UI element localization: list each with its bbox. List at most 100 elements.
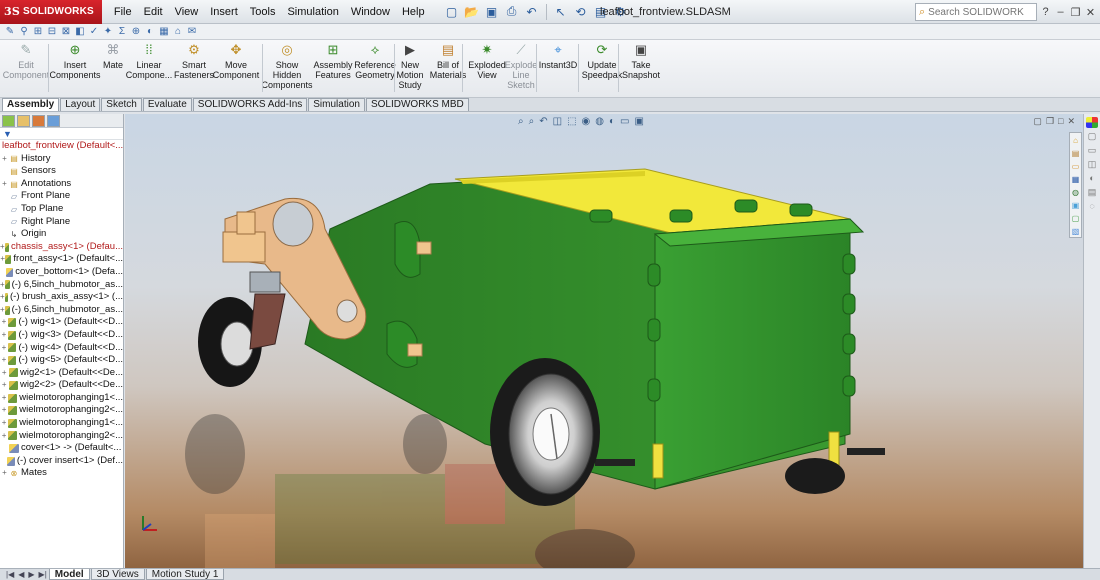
expand-icon[interactable]: +	[0, 329, 8, 342]
expand-icon[interactable]: +	[0, 417, 8, 430]
view-tool-icon[interactable]: ▤	[1070, 148, 1081, 159]
expand-icon[interactable]: +	[0, 304, 5, 317]
tree-item[interactable]: + wig2<2> (Default<<De...	[0, 379, 123, 392]
tool-icon[interactable]: ⊕	[130, 26, 142, 38]
display-manager-tab-icon[interactable]	[47, 114, 60, 127]
tool-icon[interactable]: Σ	[116, 26, 128, 38]
speedpak-button[interactable]: ⟳ Update Speedpak	[582, 43, 623, 81]
motion-study-button[interactable]: ▶ New Motion Study	[397, 43, 424, 91]
tool-icon[interactable]: ⊠	[60, 26, 72, 38]
tree-item[interactable]: + (-) wig<3> (Default<<D...	[0, 329, 123, 342]
view-palette-icon[interactable]: ◫	[1086, 159, 1098, 170]
tool-icon[interactable]: ▦	[158, 26, 170, 38]
menu-insert[interactable]: Insert	[204, 0, 244, 24]
tab-sketch[interactable]: Sketch	[101, 98, 142, 111]
appearance-icon[interactable]: ◐	[609, 116, 615, 127]
viewport-restore-icon[interactable]: ❐	[1046, 116, 1054, 127]
expand-icon[interactable]: +	[0, 379, 9, 392]
expand-icon[interactable]: +	[0, 342, 8, 355]
bottom-tab-3d-views[interactable]: 3D Views	[90, 569, 145, 580]
tool-icon[interactable]: ⊞	[32, 26, 44, 38]
tree-item[interactable]: cover<1> -> (Default<...	[0, 442, 123, 455]
expand-icon[interactable]: +	[0, 367, 9, 380]
menu-window[interactable]: Window	[345, 0, 396, 24]
tool-icon[interactable]: ⚲	[18, 26, 30, 38]
view-orientation-icon[interactable]: ⬚	[567, 116, 576, 127]
view-tool-icon[interactable]: ▦	[1070, 174, 1081, 185]
tab-last-icon[interactable]: ▶|	[37, 569, 49, 580]
print-icon[interactable]: ⎙	[503, 3, 521, 21]
bottom-tab-motion-study-1[interactable]: Motion Study 1	[145, 569, 225, 580]
smart-fasteners-button[interactable]: ⚙ Smart Fasteners	[174, 43, 214, 81]
search-input[interactable]	[928, 6, 1025, 18]
help-question-icon[interactable]: ?	[1040, 6, 1051, 18]
tree-item[interactable]: + wielmotorophanging2<...	[0, 430, 123, 443]
tool-icon[interactable]: ✉	[186, 26, 198, 38]
previous-view-icon[interactable]: ↶	[539, 116, 547, 127]
section-view-icon[interactable]: ◫	[553, 116, 562, 127]
undo-icon[interactable]: ↶	[523, 3, 541, 21]
menu-simulation[interactable]: Simulation	[281, 0, 344, 24]
menu-file[interactable]: File	[108, 0, 138, 24]
tree-item[interactable]: ▱ Right Plane	[0, 216, 123, 229]
tree-item[interactable]: + (-) 6,5inch_hubmotor_as...	[0, 279, 123, 292]
hub-motor-wheel[interactable]	[490, 358, 600, 506]
tree-item[interactable]: ▤ Sensors	[0, 165, 123, 178]
forum-icon[interactable]: ◌	[1086, 201, 1098, 212]
tab-assembly[interactable]: Assembly	[2, 98, 60, 111]
tree-item[interactable]: + wielmotorophanging1<...	[0, 392, 123, 405]
viewport-maximize-icon[interactable]: □	[1058, 116, 1063, 127]
tab-evaluate[interactable]: Evaluate	[142, 98, 192, 111]
expand-icon[interactable]: +	[0, 467, 9, 480]
viewport-close-icon[interactable]: ✕	[1067, 116, 1075, 127]
snapshot-button[interactable]: ▣ Take Snapshot	[622, 43, 660, 81]
scene-icon[interactable]: ▭	[620, 116, 629, 127]
viewport-minimize-icon[interactable]: ▢	[1033, 116, 1042, 127]
tree-item[interactable]: ▱ Front Plane	[0, 190, 123, 203]
appearances-icon[interactable]: ◐	[1086, 173, 1098, 184]
tree-item[interactable]: + ▤ History	[0, 153, 123, 166]
rear-wheel[interactable]	[785, 458, 845, 494]
minimize-icon[interactable]: –	[1055, 6, 1066, 18]
restore-icon[interactable]: ❐	[1070, 6, 1081, 19]
menu-edit[interactable]: Edit	[138, 0, 169, 24]
open-folder-icon[interactable]: 📂	[463, 3, 481, 21]
menu-help[interactable]: Help	[396, 0, 431, 24]
zoom-area-icon[interactable]: ⌕	[529, 116, 535, 127]
exploded-view-button[interactable]: ✷ Exploded View	[468, 43, 506, 81]
tree-item[interactable]: + front_assy<1> (Default<...	[0, 253, 123, 266]
model-canvas[interactable]	[125, 114, 1083, 568]
tree-item[interactable]: ▱ Top Plane	[0, 203, 123, 216]
tree-item[interactable]: + (-) wig<1> (Default<<D...	[0, 316, 123, 329]
expand-icon[interactable]: +	[0, 241, 5, 254]
tree-item[interactable]: + ▤ Annotations	[0, 178, 123, 191]
expand-icon[interactable]: +	[0, 279, 5, 292]
tree-item[interactable]: ↳ Origin	[0, 228, 123, 241]
expand-icon[interactable]: +	[0, 153, 9, 166]
graphics-viewport[interactable]: ⌕ ⌕ ↶ ◫ ⬚ ◉ ◍ ◐ ▭ ▣ ▢ ❐ □ ✕	[125, 114, 1083, 568]
display-style-icon[interactable]: ◉	[582, 116, 591, 127]
expand-icon[interactable]: +	[0, 291, 5, 304]
select-cursor-icon[interactable]: ↖	[552, 3, 570, 21]
tab-first-icon[interactable]: |◀	[4, 569, 16, 580]
edit-component-button[interactable]: ✎ Edit Component	[3, 43, 50, 81]
tab-solidworks-add-ins[interactable]: SOLIDWORKS Add-Ins	[192, 98, 308, 111]
tool-icon[interactable]: ✓	[88, 26, 100, 38]
view-tool-icon[interactable]: ▣	[1070, 200, 1081, 211]
tree-item[interactable]: + chassis_assy<1> (Defau...	[0, 241, 123, 254]
tab-next-icon[interactable]: ▶	[26, 569, 36, 580]
view-tool-icon[interactable]: ▧	[1070, 226, 1081, 237]
save-icon[interactable]: ▣	[483, 3, 501, 21]
bom-button[interactable]: ▤ Bill of Materials	[430, 43, 467, 81]
property-manager-tab-icon[interactable]	[17, 114, 30, 127]
tool-icon[interactable]: ✎	[4, 26, 16, 38]
new-document-icon[interactable]: ▢	[443, 3, 461, 21]
tree-item[interactable]: + wielmotorophanging1<...	[0, 417, 123, 430]
tree-filter[interactable]: ▼	[0, 128, 123, 140]
assembly-features-button[interactable]: ⊞ Assembly Features	[314, 43, 353, 81]
tree-item[interactable]: leafbot_frontview (Default<...	[0, 140, 123, 153]
insert-components-button[interactable]: ⊕ Insert Components	[49, 43, 100, 81]
help-search[interactable]: ⌕	[915, 3, 1037, 21]
feature-manager-tab-icon[interactable]	[2, 114, 15, 127]
hide-show-icon[interactable]: ◍	[595, 116, 604, 127]
